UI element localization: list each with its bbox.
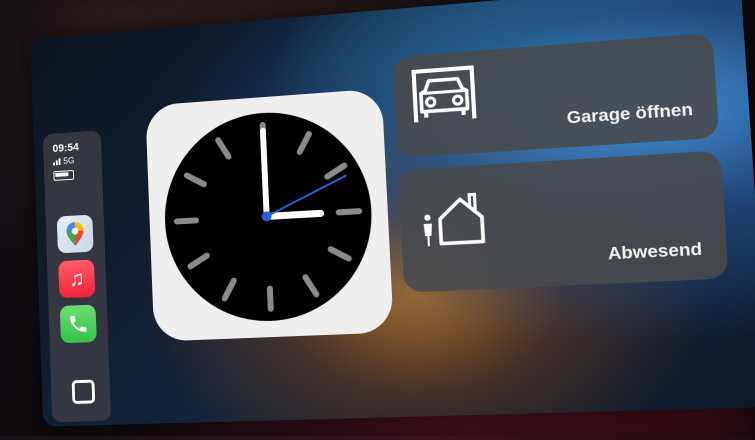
clock-tick: [177, 220, 196, 221]
analog-clock: [145, 88, 394, 341]
clock-tick: [270, 289, 271, 309]
clock-tick: [339, 211, 359, 212]
person-house-icon: [418, 188, 488, 249]
music-note-icon: ♫: [68, 266, 84, 292]
battery-icon: [53, 170, 74, 181]
network-status: 5G: [53, 155, 80, 166]
away-mode-tile[interactable]: Abwesend: [398, 150, 729, 292]
network-type: 5G: [63, 155, 75, 165]
status-time: 09:54: [52, 142, 79, 155]
carplay-screen: 09:54 5G ♫: [31, 0, 755, 427]
hour-hand: [267, 213, 321, 216]
home-button-icon[interactable]: [72, 380, 96, 404]
music-app-button[interactable]: ♫: [58, 259, 95, 298]
maps-app-button[interactable]: [57, 215, 94, 254]
away-mode-label: Abwesend: [607, 239, 703, 265]
garage-car-icon: [409, 63, 478, 125]
phone-app-button[interactable]: [60, 304, 97, 343]
status-area: 09:54 5G: [52, 142, 80, 181]
maps-pin-icon: [64, 221, 85, 247]
carplay-dock: 09:54 5G ♫: [43, 130, 111, 422]
signal-bars-icon: [53, 158, 61, 165]
clock-widget[interactable]: [145, 88, 394, 341]
phone-handset-icon: [67, 313, 88, 335]
garage-open-label: Garage öffnen: [566, 99, 693, 128]
minute-hand: [263, 131, 267, 217]
